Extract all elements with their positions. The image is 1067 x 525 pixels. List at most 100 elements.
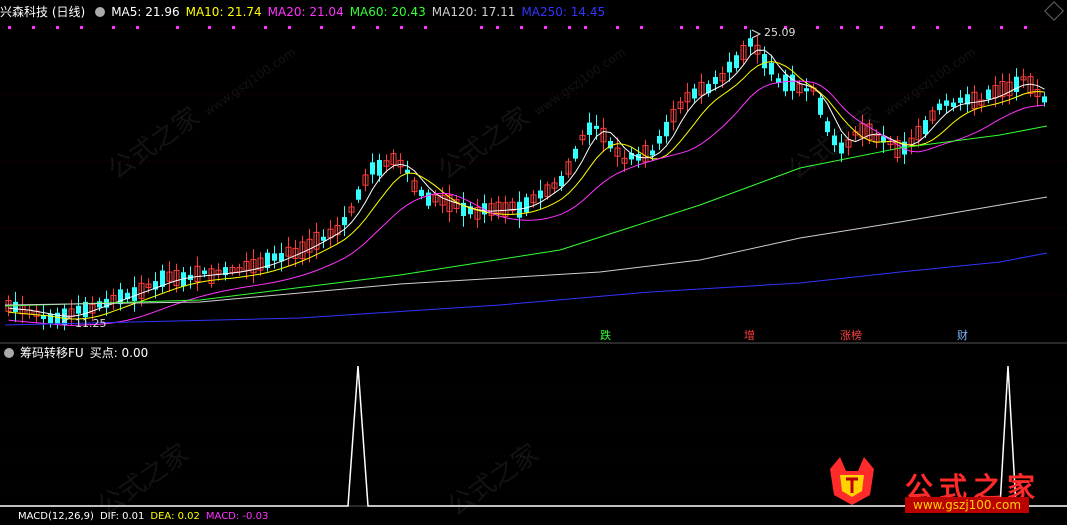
candle-down [727,61,732,73]
marker-dot [840,26,843,29]
candle-down [377,159,382,176]
candle-down [762,54,767,69]
marker-dot [424,26,427,29]
marker-dot [1024,26,1027,29]
candle-down [48,313,53,324]
candle-down [321,236,326,241]
settings-icon[interactable] [95,7,106,17]
candle-down [923,120,928,135]
dea-value: DEA: 0.02 [150,511,200,522]
candle-down [664,121,669,137]
marker-dot [136,26,139,29]
marker-dot [744,26,747,29]
candle-down [958,97,963,103]
main-legend: 兴森科技 (日线) MA5: 21.96 MA10: 21.74 MA20: 21.0… [0,4,611,20]
marker-dot [720,26,723,29]
marker-dot [352,26,355,29]
candle-down [587,122,592,135]
candle-down [650,150,655,156]
candle-down [657,135,662,144]
grid-lines [0,26,1067,507]
candle-down [202,270,207,275]
ma10-label: MA10: 21.74 [185,5,262,19]
macd-value: MACD: -0.03 [205,511,269,522]
marker-dot [568,26,571,29]
indicator-title[interactable]: 筹码转移FU [20,346,84,360]
candle-down [370,162,375,175]
candle-down [825,121,830,133]
badge-top-gainer[interactable]: 涨榜 [838,329,864,343]
candle-down [986,89,991,100]
marker-dot [32,26,35,29]
stock-title[interactable]: 兴森科技 (日线) [0,5,85,19]
ma5-label: MA5: 21.96 [111,5,180,19]
marker-dot [520,26,523,29]
marker-dot [880,26,883,29]
marker-dot [1000,26,1003,29]
candle-down [790,74,795,91]
ma250-label: MA250: 14.45 [521,5,606,19]
marker-dot [264,26,267,29]
marker-dot [56,26,59,29]
marker-dot [816,26,819,29]
candle-down [783,74,788,92]
marker-dot [856,26,859,29]
candle-down [62,308,67,326]
macd-legend: MACD(12,26,9) DIF: 0.01 DEA: 0.02 MACD: -0.… [0,509,274,525]
marker-dot [288,26,291,29]
indicator-settings-icon[interactable] [4,348,14,358]
candle-down [951,102,956,107]
buy-point-value: 买点: 0.00 [89,346,149,360]
candle-down [594,125,599,129]
candle-down [419,189,424,197]
marker-dot [80,26,83,29]
brand-logo-icon [830,457,874,505]
badge-fall[interactable]: 跌 [598,329,613,343]
candle-down [559,175,564,187]
candle-down [713,77,718,84]
indicator-legend: 筹码转移FU 买点: 0.00 [0,345,154,361]
candle-down [937,103,942,111]
candle-down [517,201,522,218]
marker-dot [616,26,619,29]
candle-down [132,287,137,301]
marker-dot [376,26,379,29]
marker-dot [320,26,323,29]
high-arrow [751,29,762,39]
marker-dot [208,26,211,29]
marker-dot [912,26,915,29]
marker-dot [400,26,403,29]
candle-down [818,97,823,115]
candle-down [769,62,774,75]
macd-title[interactable]: MACD(12,26,9) [18,511,94,522]
candle-down [356,189,361,200]
ma60-label: MA60: 20.43 [349,5,426,19]
dif-value: DIF: 0.01 [99,511,145,522]
marker-dot [696,26,699,29]
candle-down [97,301,102,308]
ma120-label: MA120: 17.11 [431,5,516,19]
candle-down [405,169,410,174]
candle-down [832,135,837,146]
marker-dot [936,26,939,29]
low-price-label: 11.25 [75,317,107,330]
candle-down [1014,76,1019,92]
marker-dot [112,26,115,29]
candle-down [839,142,844,154]
marker-dot [8,26,11,29]
candle-down [804,88,809,92]
badge-finance[interactable]: 财 [955,329,970,343]
candle-down [692,88,697,99]
candle-down [538,190,543,199]
marker-dot [544,26,547,29]
candle-down [272,253,277,261]
candle-down [13,301,18,312]
marker-dot [480,26,483,29]
candle-down [76,305,81,314]
candle-down [944,100,949,106]
marker-dot [584,26,587,29]
badge-increase[interactable]: 增 [742,329,757,343]
chart-canvas[interactable] [0,0,1067,516]
marker-dot [640,26,643,29]
marker-dot [680,26,683,29]
